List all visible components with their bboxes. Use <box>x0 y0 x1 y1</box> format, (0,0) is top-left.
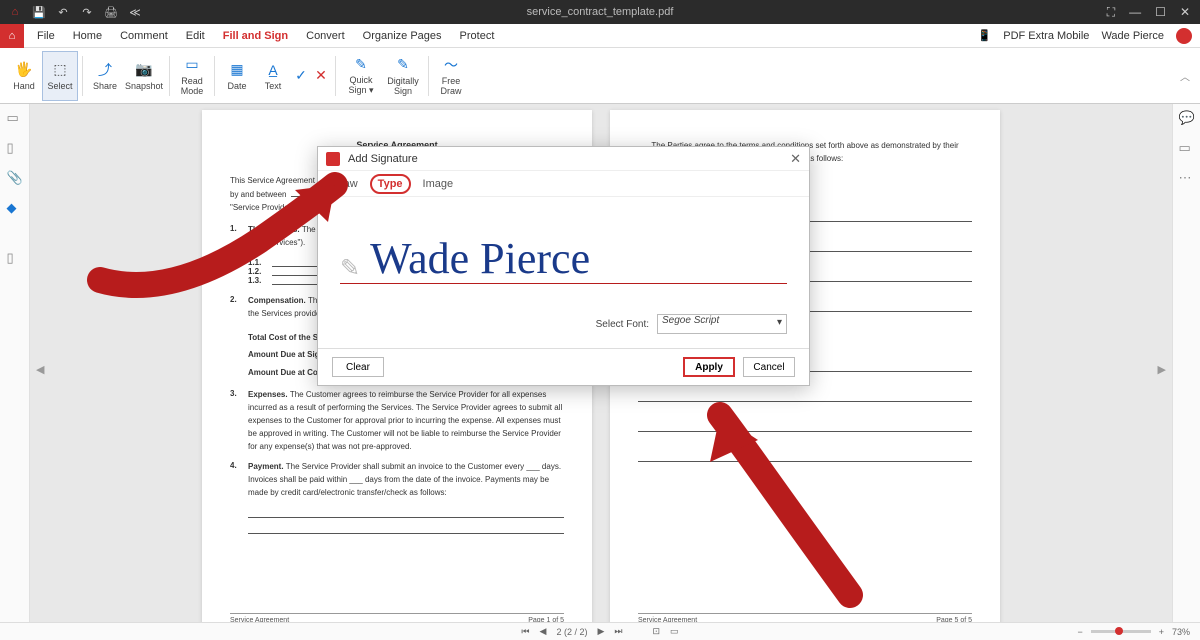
tool-text[interactable]: A̲Text <box>255 51 291 101</box>
undo-icon[interactable]: ↶ <box>56 5 70 19</box>
dialog-title: Add Signature <box>348 153 418 165</box>
minimize-icon[interactable]: ― <box>1129 5 1141 20</box>
tab-protect[interactable]: Protect <box>451 24 504 48</box>
tab-convert[interactable]: Convert <box>297 24 354 48</box>
dialog-app-icon <box>326 152 340 166</box>
app-icon: ⌂ <box>8 5 22 19</box>
signature-tab-draw[interactable]: Draw <box>326 176 364 192</box>
tool-read-mode[interactable]: ▭Read Mode <box>174 51 210 101</box>
redo-icon[interactable]: ↷ <box>80 5 94 19</box>
zoom-in-icon[interactable]: + <box>1159 627 1164 637</box>
dialog-tabs: Draw Type Image <box>318 171 809 197</box>
ribbon: 🖐Hand ⬚Select ⤴Share 📷Snapshot ▭Read Mod… <box>0 48 1200 104</box>
text-icon: A̲ <box>264 61 282 79</box>
mobile-label[interactable]: PDF Extra Mobile <box>1003 30 1089 42</box>
more-right-icon[interactable]: ⋯ <box>1179 170 1195 186</box>
tab-edit[interactable]: Edit <box>177 24 214 48</box>
compact-icon[interactable]: ⛶ <box>1107 5 1115 20</box>
tool-free-draw[interactable]: ～Free Draw <box>433 51 469 101</box>
next-page-icon[interactable]: ▶ <box>1158 363 1166 376</box>
tool-hand[interactable]: 🖐Hand <box>6 51 42 101</box>
select-icon: ⬚ <box>51 61 69 79</box>
right-panel: 💬 ▭ ⋯ <box>1172 104 1200 622</box>
font-select[interactable]: Segoe Script <box>657 314 787 334</box>
tool-x[interactable]: ✕ <box>311 51 331 101</box>
add-signature-dialog: Add Signature ✕ Draw Type Image ✎ Wade P… <box>317 146 810 386</box>
page-thumbs-icon[interactable]: ▭ <box>7 110 23 126</box>
hand-icon: 🖐 <box>15 61 33 79</box>
tool-snapshot[interactable]: 📷Snapshot <box>123 51 165 101</box>
share-icon[interactable]: ≪ <box>128 5 142 19</box>
dialog-titlebar: Add Signature ✕ <box>318 147 809 171</box>
menu-bar: ⌂ File Home Comment Edit Fill and Sign C… <box>0 24 1200 48</box>
tool-share[interactable]: ⤴Share <box>87 51 123 101</box>
avatar[interactable] <box>1176 28 1192 44</box>
digital-sign-icon: ✎ <box>394 56 412 74</box>
status-bar: ⏮ ◀ 2 (2 / 2) ▶ ⏭ ⊡ ▭ − + 73% <box>0 622 1200 640</box>
signature-canvas[interactable]: ✎ Wade Pierce <box>318 197 809 294</box>
x-icon: ✕ <box>312 67 330 85</box>
signature-text[interactable]: Wade Pierce <box>370 237 590 283</box>
layers-icon[interactable]: ◆ <box>7 200 23 216</box>
zoom-out-icon[interactable]: − <box>1077 627 1082 637</box>
tab-comment[interactable]: Comment <box>111 24 177 48</box>
edit-right-icon[interactable]: ▭ <box>1179 140 1195 156</box>
signature-tab-image[interactable]: Image <box>417 176 460 192</box>
check-icon: ✓ <box>292 67 310 85</box>
prev-page-status-icon[interactable]: ◀ <box>540 626 547 637</box>
zoom-value: 73% <box>1172 627 1190 637</box>
save-icon[interactable]: 💾 <box>32 5 46 19</box>
comment-icon[interactable]: 💬 <box>1179 110 1195 126</box>
apply-button[interactable]: Apply <box>683 357 735 377</box>
free-draw-icon: ～ <box>442 56 460 74</box>
tab-home[interactable]: Home <box>64 24 111 48</box>
share-ribbon-icon: ⤴ <box>96 61 114 79</box>
tool-select[interactable]: ⬚Select <box>42 51 78 101</box>
signature-tab-type[interactable]: Type <box>370 174 411 194</box>
mobile-icon: 📱 <box>978 29 992 42</box>
tab-fill-and-sign[interactable]: Fill and Sign <box>214 24 297 48</box>
font-label: Select Font: <box>596 319 649 330</box>
calendar-icon: ▦ <box>228 61 246 79</box>
tab-file[interactable]: File <box>28 24 64 48</box>
clear-button[interactable]: Clear <box>332 357 384 377</box>
window-title: service_contract_template.pdf <box>527 6 674 18</box>
close-window-icon[interactable]: ✕ <box>1180 5 1190 20</box>
pen-icon: ✎ <box>340 254 360 283</box>
home-icon[interactable]: ⌂ <box>0 24 24 48</box>
camera-icon: 📷 <box>135 61 153 79</box>
first-page-icon[interactable]: ⏮ <box>521 626 529 637</box>
tool-digital-sign[interactable]: ✎Digitally Sign <box>382 51 424 101</box>
last-page-icon[interactable]: ⏭ <box>614 626 622 637</box>
maximize-icon[interactable]: ☐ <box>1155 5 1166 20</box>
tool-check[interactable]: ✓ <box>291 51 311 101</box>
collapse-ribbon-icon[interactable]: ︿ <box>1180 68 1190 83</box>
tool-date[interactable]: ▦Date <box>219 51 255 101</box>
print-icon[interactable]: 🖨 <box>104 5 118 19</box>
left-panel: ▭ ▯ 📎 ◆ ▯ <box>0 104 30 622</box>
tab-organize-pages[interactable]: Organize Pages <box>354 24 451 48</box>
tool-quick-sign[interactable]: ✎Quick Sign ▾ <box>340 51 382 101</box>
prev-page-icon[interactable]: ◀ <box>36 363 44 376</box>
book-icon: ▭ <box>183 56 201 74</box>
bookmarks-icon[interactable]: ▯ <box>7 140 23 156</box>
page-nav-icon[interactable]: ▯ <box>7 250 23 266</box>
fit-width-icon[interactable]: ⊡ <box>653 626 661 637</box>
fit-page-icon[interactable]: ▭ <box>670 626 679 637</box>
close-icon[interactable]: ✕ <box>790 151 801 167</box>
cancel-button[interactable]: Cancel <box>743 357 795 377</box>
user-name[interactable]: Wade Pierce <box>1101 30 1164 42</box>
next-page-status-icon[interactable]: ▶ <box>597 626 604 637</box>
title-bar: ⌂ 💾 ↶ ↷ 🖨 ≪ service_contract_template.pd… <box>0 0 1200 24</box>
page-info: 2 (2 / 2) <box>556 627 587 637</box>
quick-sign-icon: ✎ <box>352 55 370 73</box>
zoom-slider[interactable] <box>1091 630 1151 633</box>
attachments-icon[interactable]: 📎 <box>7 170 23 186</box>
